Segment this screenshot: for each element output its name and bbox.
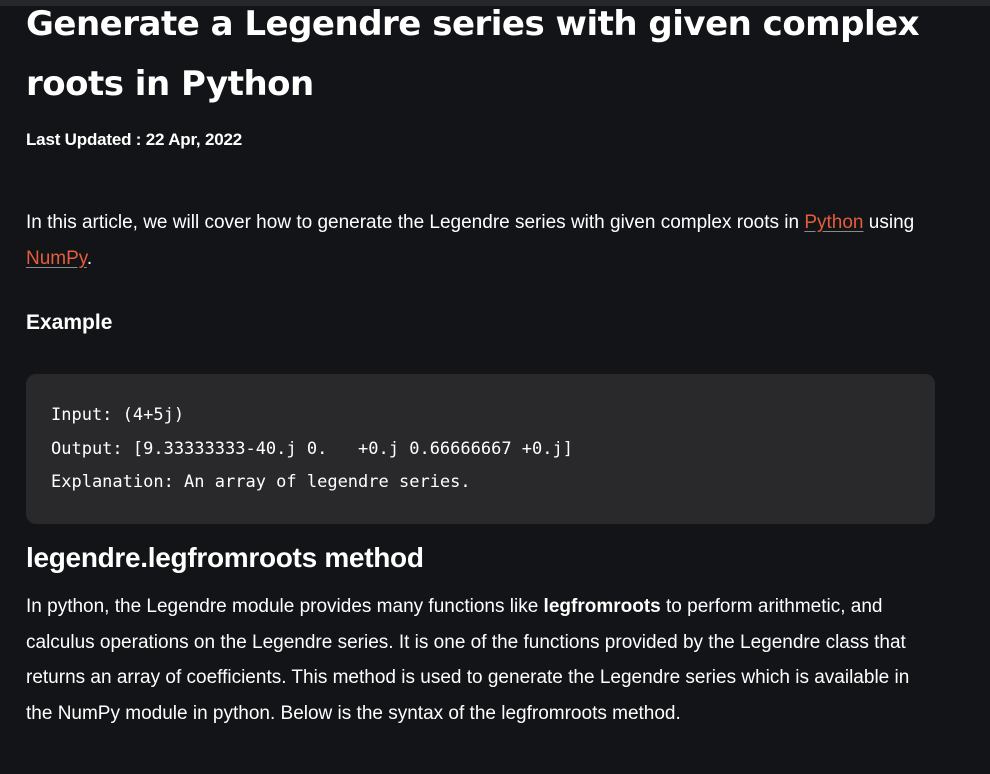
code-line-explanation: Explanation: An array of legendre series… <box>51 472 471 492</box>
intro-paragraph: In this article, we will cover how to ge… <box>26 205 936 277</box>
intro-text-middle: using <box>863 212 915 233</box>
last-updated: Last Updated : 22 Apr, 2022 <box>26 130 242 150</box>
intro-text-start: In this article, we will cover how to ge… <box>26 212 805 233</box>
method-paragraph: In python, the Legendre module provides … <box>26 589 938 731</box>
code-line-output: Output: [9.33333333-40.j 0. +0.j 0.66666… <box>51 438 573 459</box>
numpy-link[interactable]: NumPy <box>26 248 87 269</box>
article-title: Generate a Legendre series with given co… <box>26 4 920 104</box>
intro-text-end: . <box>86 248 93 269</box>
code-line-input: Input: (4+5j) <box>51 405 185 425</box>
method-heading: legendre.legfromroots method <box>26 542 424 573</box>
code-block[interactable]: Input: (4+5j) Output: [9.33333333-40.j 0… <box>26 374 935 524</box>
example-heading: Example <box>26 311 113 334</box>
python-link[interactable]: Python <box>804 212 863 233</box>
method-text-start: In python, the Legendre module provides … <box>26 596 544 617</box>
method-bold-name: legfromroots <box>543 596 661 617</box>
last-updated-label: Last Updated : <box>26 130 146 149</box>
last-updated-date: 22 Apr, 2022 <box>145 130 243 149</box>
